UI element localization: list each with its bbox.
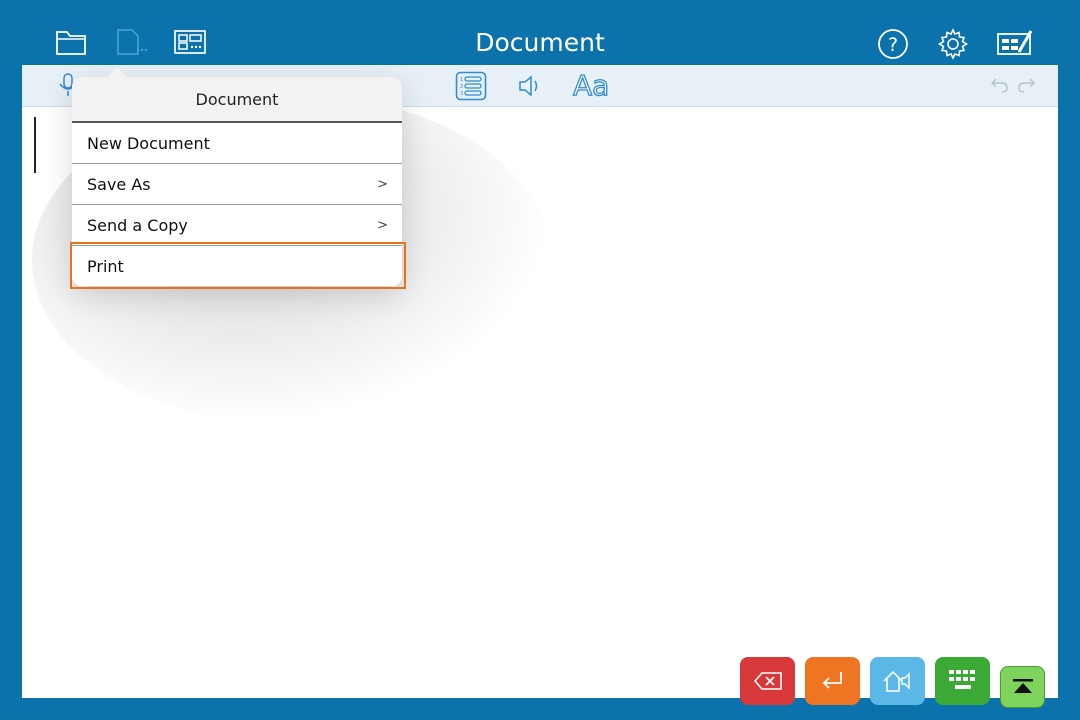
return-icon — [822, 672, 842, 689]
text-cursor — [34, 117, 36, 173]
hide-keyboard-button[interactable] — [1000, 666, 1045, 708]
menu-item-save-as[interactable]: Save As > — [72, 164, 402, 205]
menu-item-label: Send a Copy — [87, 216, 188, 235]
return-button[interactable] — [805, 657, 860, 705]
edit-icon[interactable] — [996, 28, 1034, 63]
svg-text:3: 3 — [460, 91, 463, 97]
menu-item-new-document[interactable]: New Document — [72, 123, 402, 164]
menu-item-label: Print — [87, 257, 124, 276]
backspace-icon — [753, 672, 782, 690]
page-title: Document — [475, 28, 605, 57]
speaker-icon[interactable] — [517, 74, 543, 103]
font-icon[interactable]: Aa — [572, 68, 610, 102]
speak-home-icon — [882, 670, 910, 692]
menu-item-label: Save As — [87, 175, 151, 194]
svg-text:2: 2 — [460, 84, 463, 90]
popover-title: Document — [72, 77, 402, 123]
redo-icon[interactable] — [1016, 76, 1036, 99]
hide-keyboard-icon — [1012, 679, 1033, 693]
help-icon[interactable]: ? — [877, 28, 909, 65]
svg-text:?: ? — [888, 34, 898, 56]
menu-item-send-a-copy[interactable]: Send a Copy > — [72, 205, 402, 246]
menu-item-print[interactable]: Print — [72, 246, 402, 286]
folder-icon[interactable] — [55, 28, 87, 61]
speak-home-button[interactable] — [870, 657, 925, 705]
svg-text:1: 1 — [460, 77, 463, 83]
font-icon-label: Aa — [572, 68, 610, 102]
backspace-button[interactable] — [740, 657, 795, 705]
keyboard-button[interactable] — [935, 657, 990, 705]
document-menu-popover: Document New Document Save As > Send a C… — [72, 67, 402, 286]
document-icon[interactable] — [115, 28, 149, 61]
keyboard-icon — [948, 670, 975, 689]
menu-item-label: New Document — [87, 134, 210, 153]
settings-icon[interactable] — [937, 28, 969, 65]
popover-arrow — [107, 67, 127, 77]
chevron-right-icon: > — [377, 218, 388, 233]
chevron-right-icon: > — [377, 177, 388, 192]
numbered-list-icon[interactable]: 1 2 3 — [455, 71, 487, 106]
undo-icon[interactable] — [990, 76, 1010, 99]
top-bar: Document ? — [0, 0, 1080, 65]
layout-icon[interactable] — [173, 28, 209, 61]
